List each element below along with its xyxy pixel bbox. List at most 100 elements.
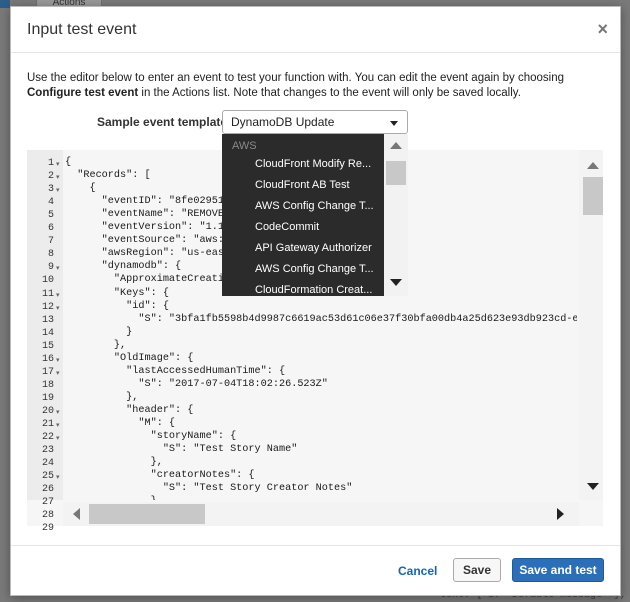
code-line[interactable]: "S": "Test Story Creator Notes"	[65, 483, 353, 494]
line-number: 10	[41, 275, 54, 287]
code-line[interactable]: "id": {	[65, 301, 169, 312]
dialog-intro-text: Use the editor below to enter an event t…	[27, 71, 599, 101]
scrollbar-thumb[interactable]	[583, 177, 603, 215]
dropdown-option[interactable]: CloudFront AB Test	[255, 179, 375, 191]
fold-toggle-icon[interactable]: ▾	[56, 434, 60, 442]
code-line[interactable]: },	[65, 340, 126, 351]
dropdown-option[interactable]: CloudFormation Creat...	[255, 284, 375, 296]
line-number: 28	[41, 510, 54, 522]
line-number: 1	[47, 158, 54, 169]
scroll-left-icon[interactable]	[73, 508, 80, 520]
code-line[interactable]: "M": {	[65, 418, 175, 429]
fold-toggle-icon[interactable]: ▾	[56, 421, 60, 429]
scrollbar-thumb[interactable]	[386, 161, 406, 185]
scroll-down-icon[interactable]	[587, 483, 599, 490]
code-line[interactable]: "creatorNotes": {	[65, 470, 255, 481]
code-line[interactable]: "storyName": {	[65, 431, 237, 442]
fold-toggle-icon[interactable]: ▾	[56, 356, 60, 364]
test-event-dialog: Input test event × Use the editor below …	[10, 6, 621, 596]
fold-toggle-icon[interactable]: ▾	[56, 369, 60, 377]
code-line[interactable]: {	[65, 183, 95, 194]
code-line[interactable]: "ApproximateCreatio	[65, 274, 230, 285]
dropdown-option[interactable]: AWS Config Change T...	[255, 263, 375, 275]
code-line[interactable]: "lastAccessedHumanTime": {	[65, 366, 285, 377]
scroll-up-icon[interactable]	[390, 142, 402, 149]
intro-text-part2: in the Actions list. Note that changes t…	[138, 87, 521, 99]
code-line[interactable]: "OldImage": {	[65, 353, 193, 364]
scroll-right-icon[interactable]	[557, 508, 564, 520]
intro-configure-test-event: Configure test event	[27, 87, 139, 99]
dialog-footer: Cancel Save Save and test	[11, 545, 620, 597]
dropdown-option[interactable]: API Gateway Authorizer	[255, 242, 375, 254]
code-line[interactable]: "S": "3bfa1fb5598b4d9987c6619ac53d61c06e…	[65, 314, 577, 325]
code-line[interactable]: "dynamodb": {	[65, 261, 182, 272]
dropdown-group-aws: AWS	[232, 140, 257, 152]
dialog-title: Input test event	[27, 21, 137, 38]
line-number: 25	[41, 471, 54, 483]
line-number: 29	[41, 523, 54, 535]
scrollbar-thumb[interactable]	[89, 504, 205, 524]
sample-template-select[interactable]: DynamoDB Update	[222, 110, 408, 134]
sample-template-label: Sample event template	[97, 115, 228, 129]
code-line[interactable]: "eventSource": "aws:d	[65, 235, 230, 246]
code-line[interactable]: {	[65, 157, 71, 168]
fold-toggle-icon[interactable]: ▾	[56, 160, 60, 168]
fold-toggle-icon[interactable]: ▾	[56, 473, 60, 481]
line-number: 26	[41, 484, 54, 496]
fold-toggle-icon[interactable]: ▾	[56, 264, 60, 272]
intro-text-part1: Use the editor below to enter an event t…	[27, 72, 565, 84]
fold-toggle-icon[interactable]: ▾	[56, 408, 60, 416]
line-number: 12	[41, 301, 54, 313]
line-number: 27	[41, 497, 54, 509]
template-dropdown-list[interactable]: AWS CloudFront Modify Re... CloudFront A…	[222, 134, 408, 296]
line-number: 18	[41, 379, 54, 391]
editor-vertical-scrollbar[interactable]	[579, 150, 603, 500]
save-button[interactable]: Save	[453, 558, 501, 582]
code-line[interactable]: "S": "2017-07-04T18:02:26.523Z"	[65, 379, 328, 390]
code-line[interactable]: },	[65, 392, 138, 403]
line-number: 4	[47, 197, 54, 209]
code-line[interactable]: },	[65, 457, 163, 468]
save-and-test-button[interactable]: Save and test	[512, 558, 604, 582]
code-line[interactable]: },	[65, 496, 163, 500]
code-line[interactable]: "awsRegion": "us-east	[65, 248, 230, 259]
fold-toggle-icon[interactable]: ▾	[56, 173, 60, 181]
line-number: 13	[41, 314, 54, 326]
code-line[interactable]: "eventID": "8fe029515	[65, 196, 230, 207]
fold-toggle-icon[interactable]: ▾	[56, 291, 60, 299]
sample-template-value: DynamoDB Update	[231, 115, 335, 129]
line-number: 8	[47, 249, 54, 261]
background-nav-strip	[0, 0, 10, 8]
dropdown-scrollbar[interactable]	[384, 134, 408, 296]
code-line[interactable]: "Keys": {	[65, 288, 169, 299]
scroll-up-icon[interactable]	[587, 162, 599, 169]
line-number: 22	[41, 432, 54, 444]
scroll-down-icon[interactable]	[390, 279, 402, 286]
code-line[interactable]: "eventVersion": "1.1"	[65, 222, 230, 233]
chevron-down-icon	[390, 121, 398, 126]
line-number: 17	[41, 366, 54, 378]
editor-horizontal-scrollbar[interactable]	[63, 502, 579, 526]
fold-toggle-icon[interactable]: ▾	[56, 186, 60, 194]
line-number: 3	[47, 184, 54, 196]
line-number: 14	[41, 327, 54, 339]
line-number: 2	[47, 171, 54, 183]
code-line[interactable]: }	[65, 327, 132, 338]
dialog-header: Input test event ×	[11, 7, 620, 53]
code-line[interactable]: "header": {	[65, 405, 193, 416]
close-button[interactable]: ×	[597, 20, 608, 38]
line-number: 23	[41, 445, 54, 457]
editor-gutter: 1 ▾ 2 ▾ 3 ▾ 4 5 6 7 8 9 ▾ 10 11 ▾ 12 ▾ 13 14 15 16 ▾ 17 ▾ 18 19 20 ▾…	[27, 150, 63, 534]
fold-toggle-icon[interactable]: ▾	[56, 304, 60, 312]
dropdown-option[interactable]: CodeCommit	[255, 221, 375, 233]
line-number: 19	[41, 392, 54, 404]
cancel-button[interactable]: Cancel	[398, 564, 437, 578]
code-line[interactable]: "Records": [	[65, 170, 150, 181]
line-number: 9	[47, 262, 54, 274]
code-line[interactable]: "S": "Test Story Name"	[65, 444, 298, 455]
dropdown-option[interactable]: CloudFront Modify Re...	[255, 158, 375, 170]
line-number: 15	[41, 340, 54, 352]
line-number: 7	[47, 236, 54, 248]
dropdown-option[interactable]: AWS Config Change T...	[255, 200, 375, 212]
code-line[interactable]: "eventName": "REMOVE"	[65, 209, 230, 220]
